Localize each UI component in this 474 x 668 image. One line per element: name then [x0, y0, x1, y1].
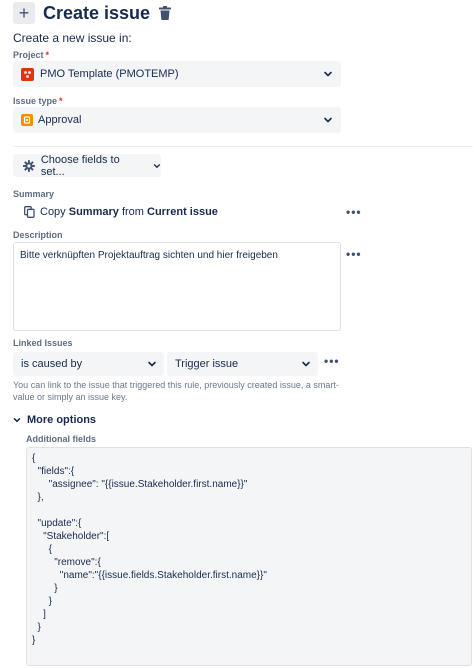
summary-more-icon[interactable]: •••: [346, 206, 362, 218]
issue-type-label-text: Issue type: [13, 96, 58, 106]
code-line: "name":"{{issue.fields.Stakeholder.first…: [32, 570, 267, 581]
chevron-down-icon: [153, 163, 161, 168]
linked-issues-label: Linked Issues: [13, 338, 73, 348]
divider: [13, 146, 473, 147]
trash-icon[interactable]: [159, 5, 173, 21]
code-line: {: [32, 453, 36, 464]
add-icon[interactable]: +: [13, 2, 35, 24]
chevron-down-icon: [324, 117, 332, 123]
description-more-icon[interactable]: •••: [346, 248, 362, 260]
issue-type-select-value: Approval: [38, 114, 82, 126]
required-mark: *: [45, 50, 50, 60]
gear-icon: [23, 159, 35, 172]
required-mark: *: [59, 96, 63, 106]
code-line: "fields":{: [32, 466, 75, 477]
choose-fields-label: Choose fields to set...: [40, 153, 120, 178]
chevron-down-icon: [13, 418, 21, 423]
code-line: "Stakeholder":[: [32, 531, 110, 542]
chevron-down-icon: [302, 361, 310, 367]
project-select-value: PMO Template (PMOTEMP): [40, 68, 179, 80]
link-target-select[interactable]: Trigger issue: [167, 352, 318, 376]
code-line: }: [32, 622, 41, 633]
chevron-down-icon: [148, 361, 156, 367]
project-avatar-icon: [21, 67, 34, 81]
link-type-value: is caused by: [21, 358, 83, 370]
code-line: "update":{: [32, 518, 82, 529]
code-line: {: [32, 544, 53, 555]
choose-fields-button[interactable]: Choose fields to set...: [13, 153, 161, 178]
header: + Create issue: [13, 2, 173, 24]
copy-source: Current issue: [147, 206, 218, 218]
copy-icon: [24, 206, 35, 218]
subtitle: Create a new issue in:: [13, 31, 132, 45]
additional-fields-label: Additional fields: [26, 434, 97, 444]
issue-type-label: Issue type *: [13, 96, 63, 106]
description-field[interactable]: Bitte verknüpften Projektauftrag sichten…: [13, 242, 341, 331]
code-line: }: [32, 583, 58, 594]
link-type-select[interactable]: is caused by: [13, 352, 164, 376]
more-options-toggle[interactable]: More options: [13, 414, 96, 426]
copy-from: from: [121, 206, 144, 218]
code-line: },: [32, 492, 44, 503]
description-text: Bitte verknüpften Projektauftrag sichten…: [20, 250, 278, 261]
linked-issues-help: You can link to the issue that triggered…: [13, 380, 339, 402]
issue-type-select[interactable]: Approval: [13, 107, 341, 133]
link-target-value: Trigger issue: [175, 358, 239, 370]
copy-prefix: Copy: [40, 206, 66, 218]
project-label-text: Project: [13, 50, 44, 60]
code-line: }: [32, 596, 53, 607]
chevron-down-icon: [324, 71, 332, 77]
code-line: "assignee": "{{issue.Stakeholder.first.n…: [32, 479, 248, 490]
linked-issues-more-icon[interactable]: •••: [324, 355, 340, 367]
more-options-label: More options: [27, 414, 97, 426]
project-select[interactable]: PMO Template (PMOTEMP): [13, 61, 341, 87]
code-line: ]: [32, 609, 46, 620]
summary-copy-row[interactable]: Copy Summary from Current issue: [24, 204, 218, 220]
copy-field: Summary: [68, 206, 119, 218]
approval-type-icon: [21, 114, 33, 126]
code-line: }: [32, 635, 36, 646]
project-label: Project *: [13, 50, 49, 60]
code-line: "remove":{: [32, 557, 101, 568]
description-label: Description: [13, 230, 63, 240]
summary-label: Summary: [13, 189, 55, 199]
page-title: Create issue: [43, 2, 151, 23]
additional-fields-editor[interactable]: { "fields":{ "assignee": "{{issue.Stakeh…: [26, 447, 472, 666]
